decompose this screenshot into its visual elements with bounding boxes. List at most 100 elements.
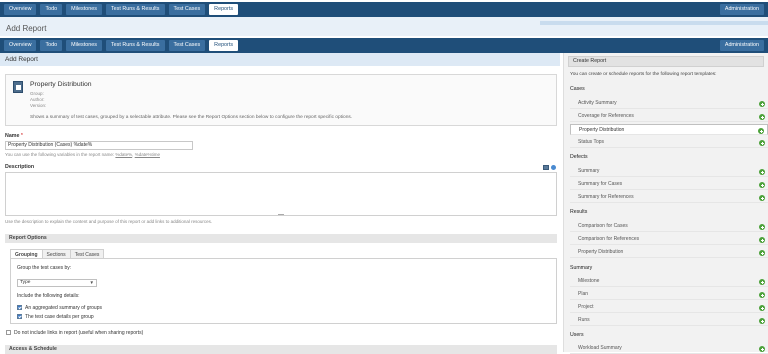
sidebar-item-defects-summary[interactable]: Summary bbox=[570, 166, 768, 177]
name-variable-datetime[interactable]: %date%time bbox=[135, 152, 160, 157]
template-title: Property Distribution bbox=[30, 81, 92, 88]
add-icon[interactable] bbox=[759, 195, 765, 201]
report-options-header: Report Options bbox=[5, 234, 557, 243]
sidebar-item-status-tops[interactable]: Status Tops bbox=[570, 137, 768, 148]
sidebar-item-activity-summary[interactable]: Activity Summary bbox=[570, 98, 768, 109]
name-label-text: Name bbox=[5, 133, 20, 139]
table-icon[interactable] bbox=[543, 165, 549, 170]
group-summary: Summary bbox=[570, 265, 593, 271]
name-hint-prefix: You can use the following variables in t… bbox=[5, 152, 116, 157]
summary-checkbox[interactable] bbox=[17, 305, 22, 310]
add-icon[interactable] bbox=[759, 292, 765, 298]
add-icon[interactable] bbox=[759, 346, 765, 352]
sidebar-item-coverage-references[interactable]: Coverage for References bbox=[570, 111, 768, 122]
add-icon[interactable] bbox=[759, 279, 765, 285]
tab-todo[interactable]: Todo bbox=[40, 4, 63, 15]
sidebar-item-comparison-references[interactable]: Comparison for References bbox=[570, 234, 768, 245]
sidebar-item-label: Workload Summary bbox=[578, 345, 622, 351]
template-author-label: Author: bbox=[30, 97, 45, 102]
create-report-header: Create Report bbox=[568, 56, 764, 67]
access-schedule-header: Access & Schedule bbox=[5, 345, 557, 354]
add-icon[interactable] bbox=[759, 305, 765, 311]
group-cases: Cases bbox=[570, 86, 585, 92]
sidebar-item-label: Property Distribution bbox=[579, 127, 625, 133]
sidebar-item-label: Property Distribution bbox=[578, 249, 624, 255]
group-by-label: Group the test cases by: bbox=[17, 265, 72, 271]
sidebar-item-label: Summary for References bbox=[578, 194, 634, 200]
report-template-icon bbox=[13, 81, 23, 93]
sidebar-item-plan[interactable]: Plan bbox=[570, 289, 768, 300]
sidebar-item-summary-for-cases[interactable]: Summary for Cases bbox=[570, 179, 768, 190]
sticky-nav: Overview Todo Milestones Test Runs & Res… bbox=[0, 38, 768, 53]
required-mark: * bbox=[20, 133, 23, 139]
sidebar-item-label: Project bbox=[578, 304, 594, 310]
tab-administration[interactable]: Administration bbox=[719, 4, 764, 15]
tab-administration[interactable]: Administration bbox=[719, 40, 764, 51]
resize-grip-icon[interactable] bbox=[278, 214, 284, 215]
tab-milestones[interactable]: Milestones bbox=[66, 40, 102, 51]
tab-test-cases[interactable]: Test Cases bbox=[168, 40, 206, 51]
details-checkbox[interactable] bbox=[17, 314, 22, 319]
add-icon[interactable] bbox=[759, 318, 765, 324]
sidebar-item-project[interactable]: Project bbox=[570, 302, 768, 313]
tab-test-runs[interactable]: Test Runs & Results bbox=[105, 40, 165, 51]
group-by-value: Type bbox=[20, 280, 31, 285]
add-icon[interactable] bbox=[759, 169, 765, 175]
name-hint: You can use the following variables in t… bbox=[5, 152, 160, 157]
tab-test-cases[interactable]: Test Cases bbox=[168, 4, 206, 15]
add-icon[interactable] bbox=[759, 140, 765, 146]
description-textarea[interactable] bbox=[5, 172, 557, 216]
sidebar-item-comparison-cases[interactable]: Comparison for Cases bbox=[570, 221, 768, 232]
details-checkbox-label: The test case details per group bbox=[25, 314, 94, 320]
sidebar-item-label: Coverage for References bbox=[578, 113, 634, 119]
sidebar-item-property-distribution-results[interactable]: Property Distribution bbox=[570, 247, 768, 258]
report-name-input[interactable]: Property Distribution (Cases) %date% bbox=[5, 141, 193, 150]
group-defects: Defects bbox=[570, 154, 588, 160]
tab-overview[interactable]: Overview bbox=[4, 40, 37, 51]
tab-overview[interactable]: Overview bbox=[4, 4, 37, 15]
tab-reports[interactable]: Reports bbox=[209, 40, 239, 51]
sidebar-item-label: Activity Summary bbox=[578, 100, 617, 106]
template-version-label: Version: bbox=[30, 103, 47, 108]
sidebar-item-summary-for-references[interactable]: Summary for References bbox=[570, 192, 768, 203]
add-icon[interactable] bbox=[759, 224, 765, 230]
add-icon[interactable] bbox=[759, 101, 765, 107]
tab-test-runs[interactable]: Test Runs & Results bbox=[105, 4, 165, 15]
page-title: Add Report bbox=[0, 53, 560, 66]
chevron-down-icon: ▼ bbox=[89, 280, 94, 285]
sidebar-item-milestone[interactable]: Milestone bbox=[570, 276, 768, 287]
sidebar-item-runs[interactable]: Runs bbox=[570, 315, 768, 326]
name-variable-date[interactable]: %date% bbox=[115, 152, 132, 157]
add-icon[interactable] bbox=[759, 250, 765, 256]
scrolled-page-header: Add Report bbox=[0, 17, 768, 36]
description-hint: Use the description to explain the conte… bbox=[5, 219, 213, 224]
group-results: Results bbox=[570, 209, 588, 215]
add-icon[interactable] bbox=[758, 128, 764, 134]
group-by-select[interactable]: Type ▼ bbox=[17, 279, 97, 287]
template-group-label: Group: bbox=[30, 91, 44, 96]
ghost-page-title: Add Report bbox=[6, 24, 47, 33]
add-icon[interactable] bbox=[759, 182, 765, 188]
sidebar-item-label: Plan bbox=[578, 291, 589, 297]
top-nav: Overview Todo Milestones Test Runs & Res… bbox=[0, 2, 768, 17]
sidebar-intro: You can create or schedule reports for t… bbox=[570, 72, 717, 77]
group-users: Users bbox=[570, 332, 584, 338]
description-label: Description bbox=[5, 164, 35, 170]
sidebar-item-label: Summary for Cases bbox=[578, 181, 623, 187]
no-links-checkbox[interactable] bbox=[6, 330, 11, 335]
tab-reports[interactable]: Reports bbox=[209, 4, 239, 15]
template-description: Shows a summary of test cases, grouped b… bbox=[30, 115, 353, 120]
summary-checkbox-label: An aggregated summary of groups bbox=[25, 305, 102, 311]
sidebar-item-label: Runs bbox=[578, 317, 590, 323]
ghost-bar bbox=[540, 21, 768, 25]
sidebar-item-workload-summary[interactable]: Workload Summary bbox=[570, 343, 768, 354]
add-icon[interactable] bbox=[759, 237, 765, 243]
sidebar-item-label: Comparison for References bbox=[578, 236, 640, 242]
tab-milestones[interactable]: Milestones bbox=[66, 4, 102, 15]
help-icon[interactable] bbox=[551, 165, 556, 170]
tab-todo[interactable]: Todo bbox=[40, 40, 63, 51]
sidebar-item-label: Milestone bbox=[578, 278, 600, 284]
no-links-label: Do not include links in report (useful w… bbox=[14, 330, 144, 336]
add-icon[interactable] bbox=[759, 114, 765, 120]
sidebar-item-property-distribution-cases[interactable]: Property Distribution bbox=[570, 124, 768, 135]
